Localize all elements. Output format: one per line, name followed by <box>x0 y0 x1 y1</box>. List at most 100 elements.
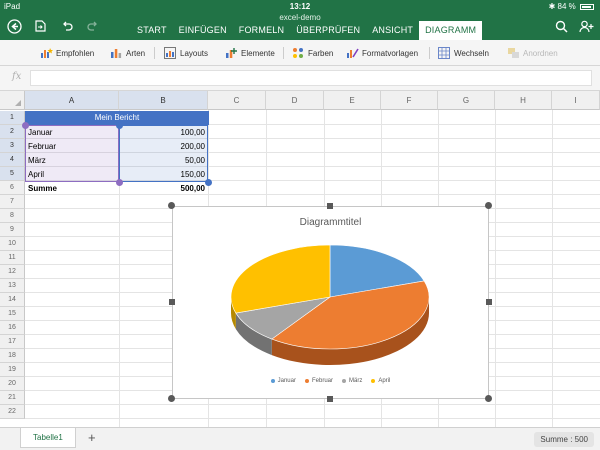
chart-resize-handle[interactable] <box>169 299 175 305</box>
column-header[interactable]: D <box>266 91 324 110</box>
legend-item: März <box>342 378 362 384</box>
row-header[interactable]: 1 <box>0 111 25 125</box>
row-header[interactable]: 7 <box>0 195 25 209</box>
tab-ansicht[interactable]: ANSICHT <box>366 21 419 40</box>
gridline <box>25 418 600 419</box>
ribbon-divider <box>429 47 430 59</box>
redo-button[interactable] <box>84 17 102 35</box>
share-button[interactable] <box>577 17 595 35</box>
formula-bar: fx <box>0 66 600 91</box>
undo-button[interactable] <box>58 17 76 35</box>
row-header[interactable]: 2 <box>0 125 25 139</box>
cell-label[interactable]: April <box>25 168 119 182</box>
chart-resize-handle[interactable] <box>168 395 175 402</box>
elemente-button[interactable]: Elemente <box>225 46 275 60</box>
pie-plot <box>230 244 430 365</box>
chart-legend[interactable]: Januar Februar März April <box>173 378 488 384</box>
total-value-cell[interactable]: 500,00 <box>119 182 208 196</box>
empfohlen-label: Empfohlen <box>56 48 95 58</box>
farben-label: Farben <box>308 48 334 58</box>
row-header[interactable]: 6 <box>0 181 25 195</box>
formula-input[interactable] <box>30 70 592 86</box>
chart-types-icon <box>110 47 122 59</box>
row-header[interactable]: 15 <box>0 307 25 321</box>
tab-start[interactable]: START <box>131 21 173 40</box>
pie-chart[interactable]: Diagrammtitel Januar Februar März April <box>172 206 489 399</box>
row-header[interactable]: 21 <box>0 391 25 405</box>
column-header[interactable]: A <box>25 91 119 110</box>
sheet-tab[interactable]: Tabelle1 <box>20 428 76 448</box>
tab-formeln[interactable]: FORMELN <box>233 21 290 40</box>
redo-icon <box>87 21 97 31</box>
row-header[interactable]: 19 <box>0 363 25 377</box>
arten-button[interactable]: Arten <box>110 46 145 60</box>
chart-resize-handle[interactable] <box>327 396 333 402</box>
switch-row-column-icon <box>438 47 450 59</box>
ribbon-divider <box>283 47 284 59</box>
chart-resize-handle[interactable] <box>168 202 175 209</box>
back-arrow-icon <box>6 18 22 34</box>
cell-value[interactable]: 150,00 <box>119 168 208 182</box>
row-header[interactable]: 9 <box>0 223 25 237</box>
select-all-corner[interactable] <box>0 91 25 110</box>
row-header[interactable]: 3 <box>0 139 25 153</box>
selection-handle[interactable] <box>116 122 123 129</box>
selection-handle[interactable] <box>22 122 29 129</box>
legend-swatch <box>342 379 346 383</box>
farben-button[interactable]: Farben <box>292 46 333 60</box>
column-header[interactable]: F <box>381 91 438 110</box>
layouts-button[interactable]: Layouts <box>164 46 208 60</box>
tab-diagramm[interactable]: DIAGRAMM <box>419 21 483 40</box>
legend-label: Januar <box>277 378 296 384</box>
cell-value[interactable]: 100,00 <box>119 126 208 140</box>
chart-resize-handle[interactable] <box>485 202 492 209</box>
battery-percent: 84 % <box>557 2 576 11</box>
column-header[interactable]: G <box>438 91 495 110</box>
row-header[interactable]: 13 <box>0 279 25 293</box>
row-header[interactable]: 12 <box>0 265 25 279</box>
row-header[interactable]: 5 <box>0 167 25 181</box>
tab-ueberpruefen[interactable]: ÜBERPRÜFEN <box>290 21 366 40</box>
chart-resize-handle[interactable] <box>327 203 333 209</box>
row-header[interactable]: 4 <box>0 153 25 167</box>
formatvorlagen-button[interactable]: Formatvorlagen <box>346 46 418 60</box>
status-sum[interactable]: Summe : 500 <box>534 432 594 447</box>
row-header[interactable]: 16 <box>0 321 25 335</box>
column-header[interactable]: B <box>119 91 208 110</box>
cell-label[interactable]: Februar <box>25 140 119 154</box>
row-header[interactable]: 18 <box>0 349 25 363</box>
row-header[interactable]: 10 <box>0 237 25 251</box>
chart-resize-handle[interactable] <box>485 395 492 402</box>
anordnen-button[interactable]: Anordnen <box>507 46 558 60</box>
add-sheet-button[interactable]: + <box>88 430 96 445</box>
tab-einfuegen[interactable]: EINFÜGEN <box>173 21 233 40</box>
cell-value[interactable]: 200,00 <box>119 140 208 154</box>
search-button[interactable] <box>552 17 570 35</box>
file-button[interactable] <box>31 17 49 35</box>
legend-label: Februar <box>311 378 333 384</box>
row-header[interactable]: 11 <box>0 251 25 265</box>
row-header[interactable]: 14 <box>0 293 25 307</box>
back-button[interactable] <box>5 17 23 35</box>
gridline <box>552 110 553 427</box>
chart-resize-handle[interactable] <box>486 299 492 305</box>
row-header[interactable]: 8 <box>0 209 25 223</box>
column-header[interactable]: H <box>495 91 552 110</box>
cell-label[interactable]: März <box>25 154 119 168</box>
empfohlen-button[interactable]: Empfohlen <box>40 46 94 60</box>
row-header[interactable]: 22 <box>0 405 25 419</box>
column-header[interactable]: C <box>208 91 266 110</box>
column-header[interactable]: I <box>552 91 600 110</box>
row-header[interactable]: 17 <box>0 335 25 349</box>
cell-value[interactable]: 50,00 <box>119 154 208 168</box>
row-header[interactable]: 20 <box>0 377 25 391</box>
total-label-cell[interactable]: Summe <box>25 182 119 196</box>
cell-label[interactable]: Januar <box>25 126 119 140</box>
wechseln-button[interactable]: Wechseln <box>438 46 489 60</box>
search-icon <box>555 20 568 33</box>
gridline <box>495 110 496 427</box>
color-palette-icon <box>292 47 304 59</box>
column-header[interactable]: E <box>324 91 381 110</box>
selection-handle[interactable] <box>205 179 212 186</box>
selection-handle[interactable] <box>116 179 123 186</box>
